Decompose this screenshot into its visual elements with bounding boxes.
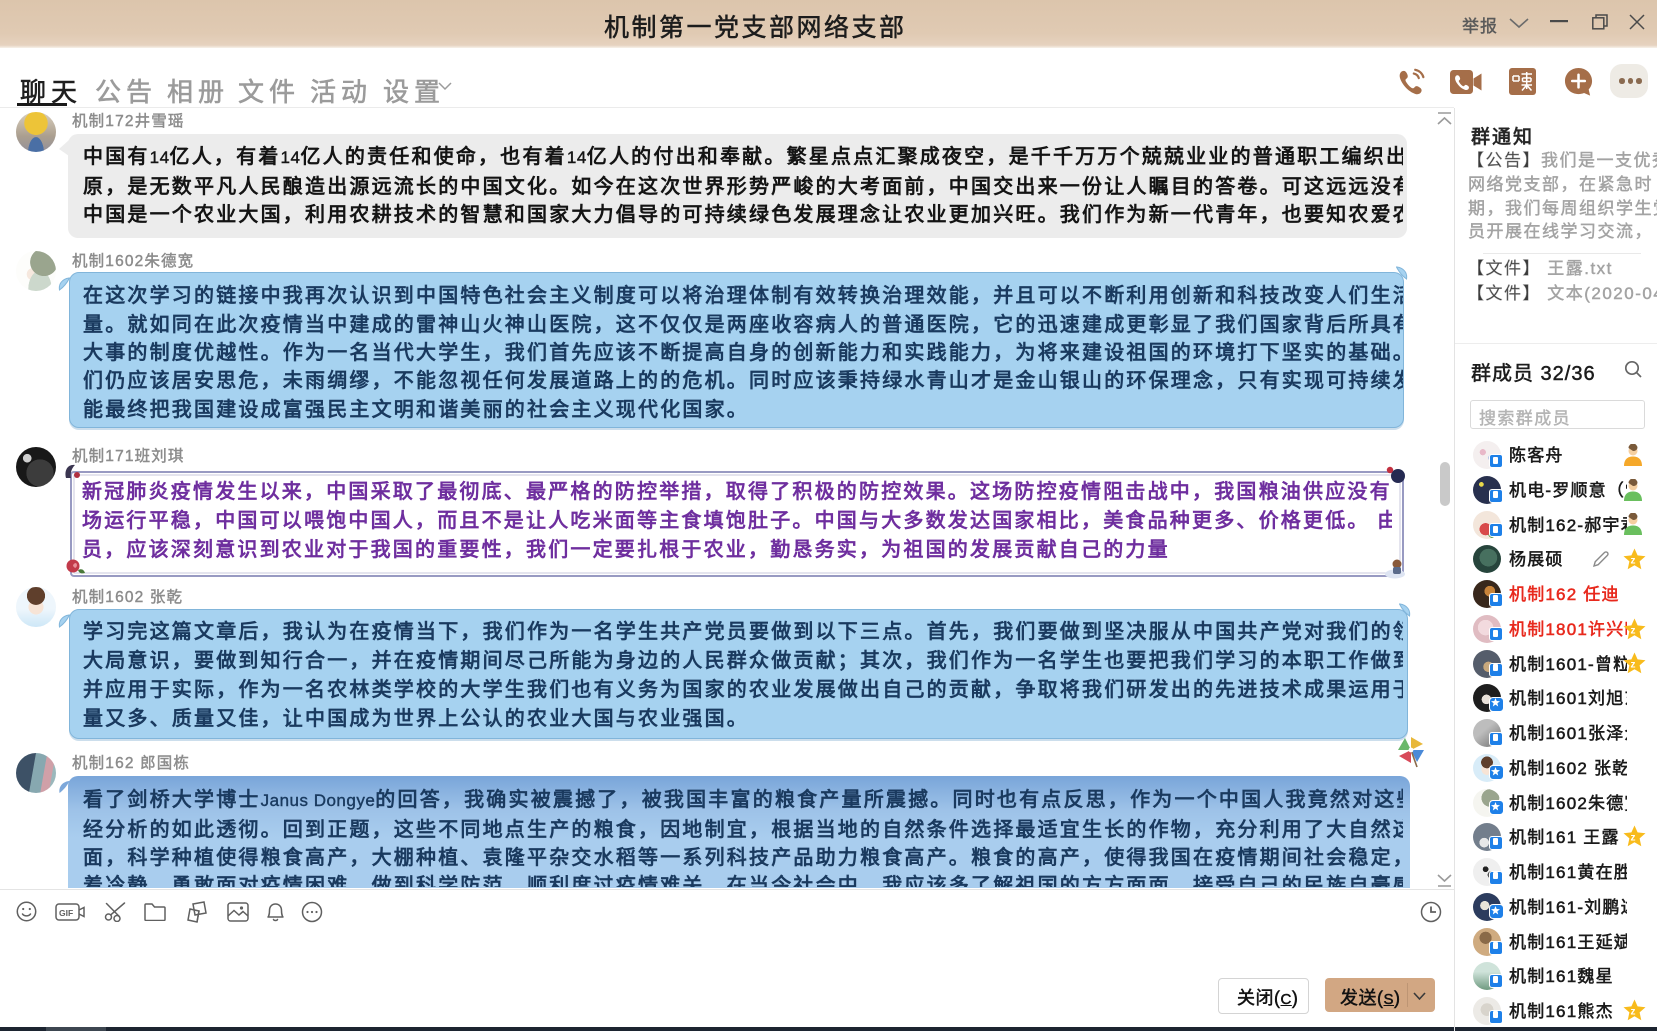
svg-text:z: z: [1631, 1006, 1636, 1017]
svg-text:z: z: [1631, 659, 1636, 670]
svg-text:GIF: GIF: [59, 908, 73, 918]
svg-text:z: z: [1631, 555, 1636, 566]
svg-text:z: z: [1631, 625, 1636, 636]
svg-text:z: z: [1631, 833, 1636, 844]
